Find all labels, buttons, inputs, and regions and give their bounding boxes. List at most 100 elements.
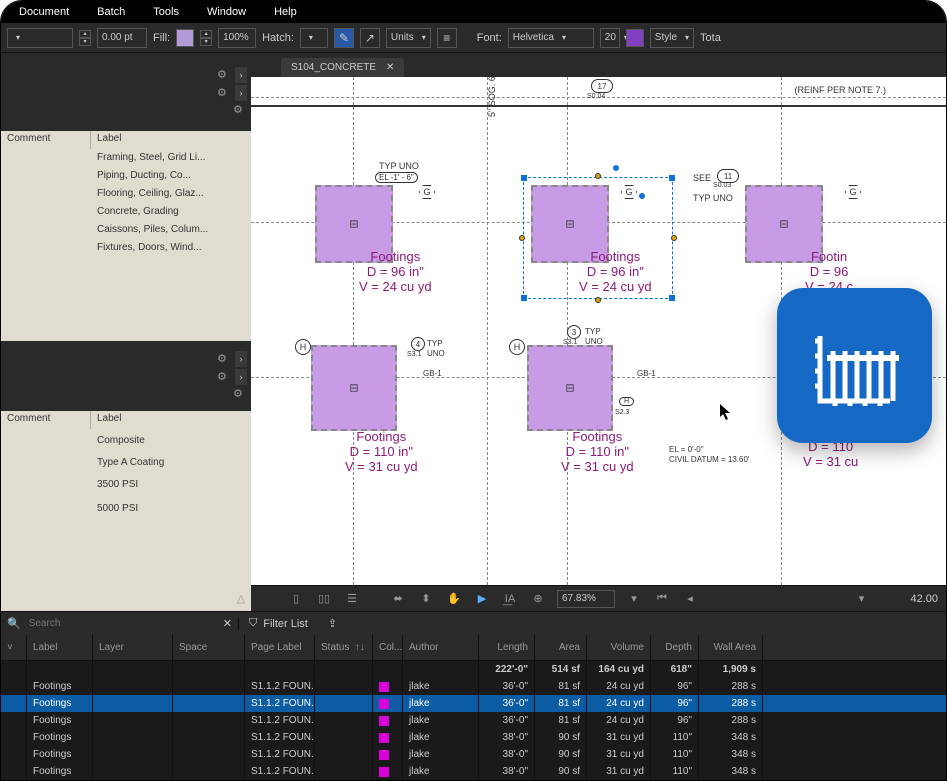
- typ-uno-label: TYP UNO: [693, 193, 733, 203]
- gear-icon[interactable]: ⚙: [233, 103, 247, 117]
- triangle-icon[interactable]: △: [232, 590, 250, 608]
- col-area[interactable]: Area: [535, 635, 587, 660]
- spinner[interactable]: ▴▾: [79, 28, 91, 48]
- col-expand[interactable]: ˅: [1, 635, 27, 660]
- zoom-icon[interactable]: ⊕: [529, 590, 547, 608]
- typ-label: TYP: [585, 327, 601, 336]
- panel-row[interactable]: 3500 PSI: [1, 473, 251, 497]
- first-page-icon[interactable]: ⏮: [653, 590, 671, 608]
- scale-dropdown[interactable]: [7, 28, 73, 48]
- fit-width-icon[interactable]: ⬌: [389, 590, 407, 608]
- col-page-label[interactable]: Page Label: [245, 635, 315, 660]
- menu-tools[interactable]: Tools: [153, 6, 179, 18]
- gear-icon[interactable]: ⚙: [217, 370, 231, 384]
- clear-search-icon[interactable]: ✕: [223, 617, 232, 630]
- menu-batch[interactable]: Batch: [97, 6, 125, 18]
- tab-s104-concrete[interactable]: S104_CONCRETE ✕: [281, 58, 404, 77]
- style-dropdown[interactable]: Style: [650, 28, 694, 48]
- panel2-header: CommentLabel: [1, 411, 251, 429]
- table-row[interactable]: Footings S1.1.2 FOUN... jlake 36'-0" 81 …: [1, 712, 946, 729]
- zoom-input[interactable]: [557, 590, 615, 608]
- footing-label: FootingsD = 96 in"V = 24 cu yd: [359, 249, 432, 294]
- color-chip: [379, 750, 389, 760]
- prev-page-icon[interactable]: ◂: [681, 590, 699, 608]
- gear-icon[interactable]: ⚙: [217, 352, 231, 366]
- two-page-icon[interactable]: ▯▯: [315, 590, 333, 608]
- align-icon[interactable]: ≡: [437, 28, 457, 48]
- panel1-body: Framing, Steel, Grid Li... Piping, Ducti…: [1, 149, 251, 341]
- highlight-icon[interactable]: ✎: [334, 28, 354, 48]
- opacity-input[interactable]: [218, 28, 256, 48]
- font-color-swatch[interactable]: [626, 29, 644, 47]
- gear-icon[interactable]: ⚙: [233, 387, 247, 401]
- table-row[interactable]: Footings S1.1.2 FOUN... jlake 36'-0" 81 …: [1, 678, 946, 695]
- col-label[interactable]: Label: [27, 635, 93, 660]
- table-row[interactable]: Footings S1.1.2 FOUN... jlake 38'-0" 90 …: [1, 746, 946, 763]
- search-icon: 🔍: [7, 617, 21, 630]
- footing-label: D = 110V = 31 cu: [803, 439, 858, 469]
- single-page-icon[interactable]: ▯: [287, 590, 305, 608]
- zoom-dropdown-icon[interactable]: ▾: [625, 590, 643, 608]
- col-space[interactable]: Space: [173, 635, 245, 660]
- panel-row[interactable]: Piping, Ducting, Co...: [1, 167, 251, 185]
- export-icon[interactable]: ⇪: [318, 617, 347, 630]
- col-status[interactable]: Status ↑↓: [315, 635, 373, 660]
- fill-label: Fill:: [153, 32, 170, 44]
- continuous-icon[interactable]: ☰: [343, 590, 361, 608]
- search-input[interactable]: [27, 617, 217, 630]
- footing[interactable]: ⊟: [527, 345, 613, 431]
- el-label: EL -1' - 6": [375, 172, 418, 183]
- units-dropdown[interactable]: Units: [386, 28, 431, 48]
- fit-page-icon[interactable]: ⬍: [417, 590, 435, 608]
- panel-row[interactable]: Framing, Steel, Grid Li...: [1, 149, 251, 167]
- typ-uno-label: TYP UNO: [379, 161, 419, 171]
- menu-window[interactable]: Window: [207, 6, 246, 18]
- chevron-right-icon[interactable]: ›: [235, 351, 247, 367]
- cursor-icon: [719, 403, 733, 421]
- panel-row[interactable]: Concrete, Grading: [1, 203, 251, 221]
- gb1-label: GB-1: [423, 369, 442, 378]
- font-dropdown[interactable]: Helvetica: [508, 28, 594, 48]
- chevron-right-icon[interactable]: ›: [235, 85, 247, 101]
- chevron-right-icon[interactable]: ›: [235, 67, 247, 83]
- hatch-dropdown[interactable]: [300, 28, 328, 48]
- gear-icon[interactable]: ⚙: [217, 68, 231, 82]
- next-dropdown-icon[interactable]: ▾: [852, 590, 870, 608]
- select-icon[interactable]: ▶: [473, 590, 491, 608]
- col-author[interactable]: Author: [403, 635, 479, 660]
- chevron-right-icon[interactable]: ›: [235, 369, 247, 385]
- panel-row[interactable]: Flooring, Ceiling, Glaz...: [1, 185, 251, 203]
- stroke-width-input[interactable]: [97, 28, 147, 48]
- opacity-spinner[interactable]: ▴▾: [200, 28, 212, 48]
- col-layer[interactable]: Layer: [93, 635, 173, 660]
- arrow-type-icon[interactable]: ↗: [360, 28, 380, 48]
- table-row[interactable]: Footings S1.1.2 FOUN... jlake 38'-0" 90 …: [1, 729, 946, 746]
- table-row[interactable]: Footings S1.1.2 FOUN... jlake 38'-0" 90 …: [1, 763, 946, 780]
- footing[interactable]: ⊟: [311, 345, 397, 431]
- panel-row[interactable]: 5000 PSI: [1, 497, 251, 521]
- col-length[interactable]: Length: [479, 635, 535, 660]
- gear-icon[interactable]: ⚙: [217, 86, 231, 100]
- panel-row[interactable]: Fixtures, Doors, Wind...: [1, 239, 251, 257]
- table-row[interactable]: Footings S1.1.2 FOUN... jlake 36'-0" 81 …: [1, 695, 946, 712]
- col-volume[interactable]: Volume: [587, 635, 651, 660]
- font-size-dropdown[interactable]: 20: [600, 28, 620, 48]
- col-wall-area[interactable]: Wall Area: [699, 635, 763, 660]
- filter-list-button[interactable]: ⛉ Filter List: [239, 617, 318, 630]
- close-icon[interactable]: ✕: [386, 62, 394, 73]
- panel-row[interactable]: Composite: [1, 429, 251, 453]
- col-color[interactable]: Col...: [373, 635, 403, 660]
- grid-marker-g: G: [419, 185, 435, 199]
- pan-icon[interactable]: ✋: [445, 590, 463, 608]
- menu-help[interactable]: Help: [274, 6, 297, 18]
- fill-swatch[interactable]: [176, 29, 194, 47]
- text-select-icon[interactable]: I͟A: [501, 590, 519, 608]
- panel1-header: CommentLabel: [1, 131, 251, 149]
- filter-icon: ⛉: [249, 617, 257, 630]
- panel-row[interactable]: Caissons, Piles, Colum...: [1, 221, 251, 239]
- col-depth[interactable]: Depth: [651, 635, 699, 660]
- menu-document[interactable]: Document: [19, 6, 69, 18]
- status-value: 42.00: [910, 593, 938, 605]
- datum-civil: CIVIL DATUM = 13.60': [669, 455, 749, 464]
- panel-row[interactable]: Type A Coating: [1, 453, 251, 473]
